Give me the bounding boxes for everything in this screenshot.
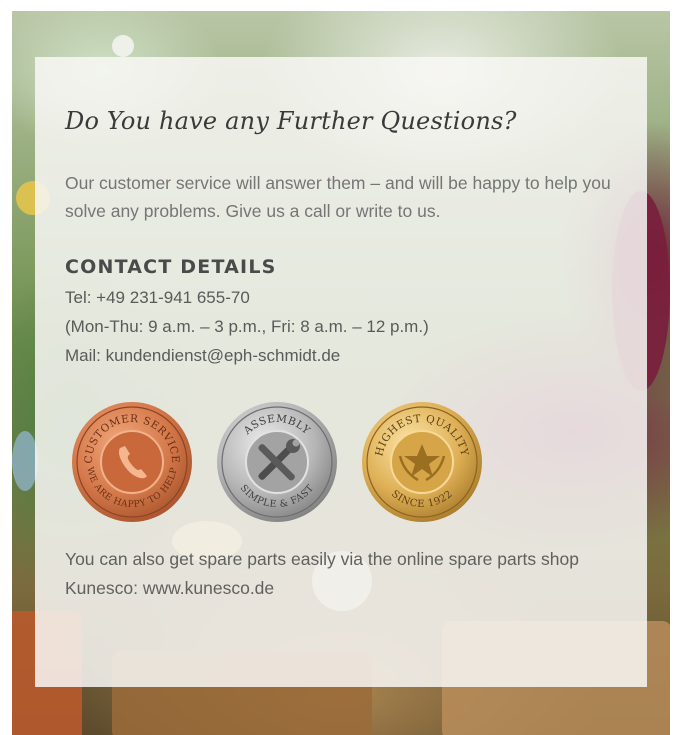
phone-number[interactable]: Tel: +49 231-941 655-70: [65, 284, 625, 312]
quality-badge: HIGHEST QUALITY SINCE 1922: [362, 402, 482, 522]
email-address[interactable]: Mail: kundendienst@eph-schmidt.de: [65, 342, 625, 370]
spare-parts-text: You can also get spare parts easily via …: [65, 549, 579, 598]
page-title: Do You have any Further Questions?: [65, 107, 517, 135]
contact-details-heading: CONTACT DETAILS: [65, 256, 277, 278]
intro-text: Our customer service will answer them – …: [65, 173, 611, 221]
badge-row: CUSTOMER SERVICE WE ARE HAPPY TO HELP AS…: [70, 400, 510, 530]
customer-service-badge: CUSTOMER SERVICE WE ARE HAPPY TO HELP: [72, 402, 192, 522]
assembly-badge: ASSEMBLY SIMPLE & FAST: [217, 402, 337, 522]
contact-panel: Do You have any Further Questions? Our c…: [35, 57, 647, 687]
opening-hours: (Mon-Thu: 9 a.m. – 3 p.m., Fri: 8 a.m. –…: [65, 317, 429, 336]
